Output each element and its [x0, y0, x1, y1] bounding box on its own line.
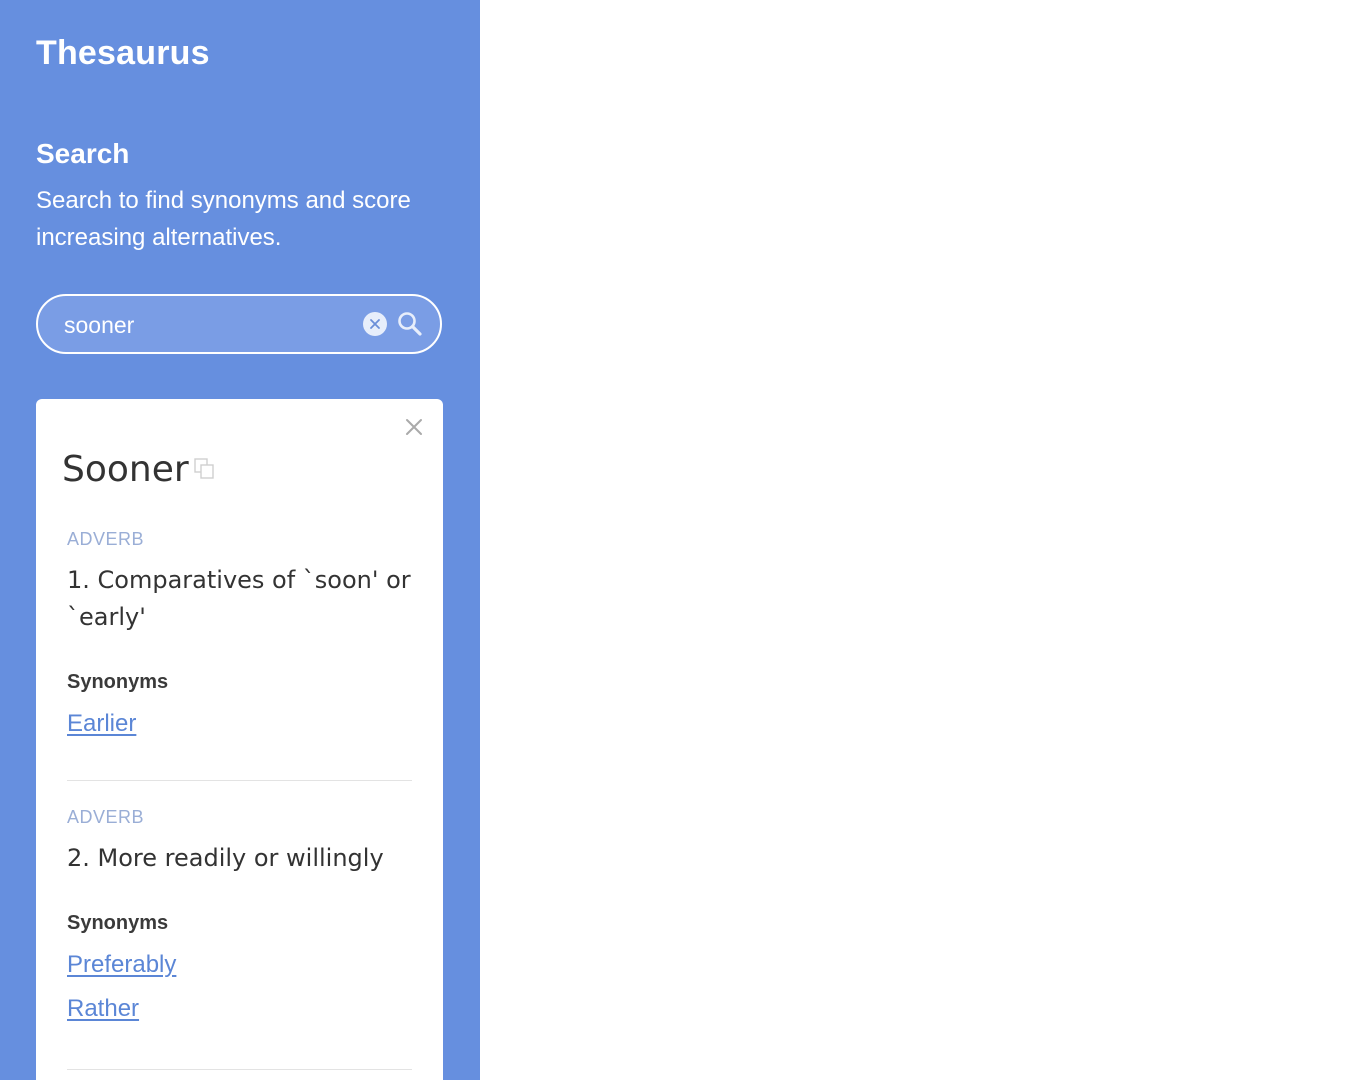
word-card: Sooner ADVERB 1. Comparatives of `soon' … [36, 399, 443, 1080]
sense-1: ADVERB 1. Comparatives of `soon' or `ear… [67, 529, 412, 636]
search-section-title: Search [36, 138, 130, 169]
search-box [36, 294, 442, 354]
definition-text: 2. More readily or willingly [67, 844, 384, 872]
synonym-link[interactable]: Earlier [67, 710, 412, 738]
close-card-button[interactable] [402, 415, 426, 439]
app-root: Thesaurus Search Search to find synonyms… [0, 0, 1360, 1080]
clear-icon [369, 318, 381, 330]
sidebar: Thesaurus Search Search to find synonyms… [0, 0, 480, 1080]
search-icon [396, 310, 424, 343]
synonym-link[interactable]: Rather [67, 995, 412, 1023]
synonyms-block-1: Synonyms Earlier [67, 671, 412, 738]
sense-divider [67, 1069, 412, 1070]
clear-search-button[interactable] [363, 312, 387, 336]
main-content-area [480, 0, 1360, 1080]
search-input[interactable] [64, 308, 354, 342]
copy-word-button[interactable] [193, 457, 217, 481]
word-title: Sooner [62, 449, 189, 490]
part-of-speech-label: ADVERB [67, 807, 145, 827]
synonym-link[interactable]: Preferably [67, 951, 412, 979]
close-icon [402, 415, 426, 444]
synonyms-block-2: Synonyms Preferably Rather [67, 912, 412, 1023]
synonyms-heading: Synonyms [67, 912, 169, 934]
search-section-description: Search to find synonyms and score increa… [36, 187, 411, 251]
search-button[interactable] [396, 310, 424, 338]
sense-divider [67, 780, 412, 781]
part-of-speech-label: ADVERB [67, 529, 145, 549]
synonyms-heading: Synonyms [67, 671, 169, 693]
definition-text: 1. Comparatives of `soon' or `early' [67, 566, 411, 631]
app-title: Thesaurus [36, 34, 210, 72]
copy-icon [193, 457, 217, 486]
sense-2: ADVERB 2. More readily or willingly [67, 807, 412, 877]
